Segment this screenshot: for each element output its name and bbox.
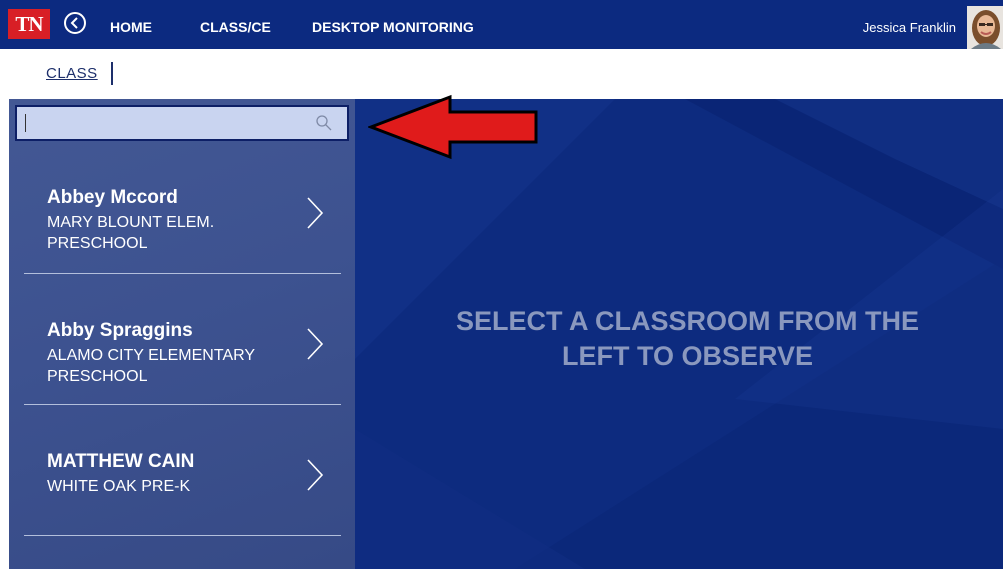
classroom-school-line1: WHITE OAK PRE-K (47, 478, 191, 495)
back-button[interactable] (64, 12, 86, 34)
top-nav-bar: TN HOME CLASS/CE DESKTOP MONITORING Jess… (0, 0, 1003, 49)
list-divider (24, 404, 341, 405)
observation-panel: SELECT A CLASSROOM FROM THE LEFT TO OBSE… (355, 99, 1003, 569)
prompt-line-2: LEFT TO OBSERVE (561, 341, 814, 371)
classroom-teacher-name: Abbey Mccord (47, 187, 178, 208)
list-divider (24, 273, 341, 274)
classroom-teacher-name: Abby Spraggins (47, 320, 193, 341)
tn-logo: TN (8, 9, 50, 39)
classroom-school-line1: ALAMO CITY ELEMENTARY (47, 347, 256, 364)
nav-desktop-monitoring-link[interactable]: DESKTOP MONITORING (312, 0, 474, 49)
avatar[interactable] (967, 6, 1003, 49)
classroom-list-item[interactable]: Abbey Mccord MARY BLOUNT ELEM. PRESCHOOL (23, 144, 341, 274)
classroom-school-line2: PRESCHOOL (47, 368, 148, 385)
classroom-school-line2: PRESCHOOL (47, 235, 148, 252)
chevron-left-icon (70, 17, 78, 29)
chevron-right-icon (307, 328, 324, 360)
breadcrumb-class-link[interactable]: CLASS (46, 65, 98, 82)
breadcrumb-separator (111, 62, 113, 85)
text-caret (25, 114, 26, 132)
nav-class-ce-link[interactable]: CLASS/CE (200, 0, 271, 49)
classroom-list-item[interactable]: MATTHEW CAIN WHITE OAK PRE-K (23, 406, 341, 536)
breadcrumb: CLASS (0, 49, 1003, 99)
classroom-school-line1: MARY BLOUNT ELEM. (47, 214, 215, 231)
search-icon[interactable] (315, 114, 333, 132)
prompt-line-1: SELECT A CLASSROOM FROM THE (456, 306, 919, 336)
chevron-right-icon (307, 197, 324, 229)
classroom-list-item[interactable]: Abby Spraggins ALAMO CITY ELEMENTARY PRE… (23, 275, 341, 405)
chevron-right-icon (307, 459, 324, 491)
classroom-teacher-name: MATTHEW CAIN (47, 451, 195, 472)
search-input[interactable] (15, 105, 349, 141)
user-name[interactable]: Jessica Franklin (863, 0, 956, 49)
select-classroom-prompt: SELECT A CLASSROOM FROM THE LEFT TO OBSE… (355, 304, 1003, 374)
classroom-sidebar: Abbey Mccord MARY BLOUNT ELEM. PRESCHOOL… (9, 99, 355, 569)
annotation-arrow-icon (368, 94, 538, 160)
nav-home-link[interactable]: HOME (110, 0, 152, 49)
list-divider (24, 535, 341, 536)
